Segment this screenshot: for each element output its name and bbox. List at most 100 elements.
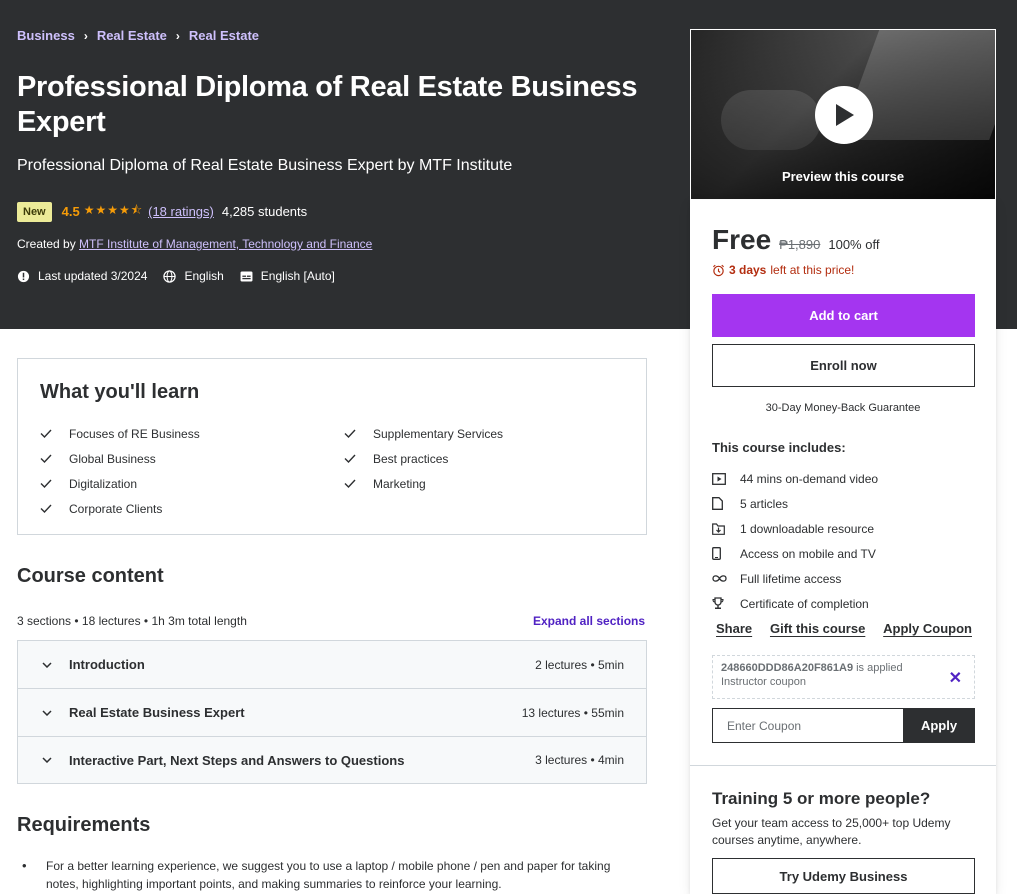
course-title: Professional Diploma of Real Estate Busi…	[17, 71, 638, 138]
list-item: Access on mobile and TV	[712, 541, 878, 566]
learn-item-text: Corporate Clients	[69, 501, 163, 516]
gift-course-button[interactable]: Gift this course	[770, 621, 865, 636]
apply-coupon-button[interactable]: Apply Coupon	[883, 621, 972, 636]
course-subtitle: Professional Diploma of Real Estate Busi…	[17, 157, 513, 174]
business-text: Get your team access to 25,000+ top Udem…	[712, 816, 951, 847]
course-content-title: Course content	[17, 565, 164, 587]
chevron-down-icon	[42, 661, 54, 668]
learn-list-right: Supplementary Services Best practices Ma…	[344, 421, 503, 496]
learn-item-text: Best practices	[373, 451, 449, 466]
section-interactive-part[interactable]: Interactive Part, Next Steps and Answers…	[18, 737, 646, 783]
ratings-count-link[interactable]: (18 ratings)	[148, 204, 214, 219]
section-real-estate-business-expert[interactable]: Real Estate Business Expert 13 lectures …	[18, 689, 646, 737]
list-item: Digitalization	[40, 471, 200, 496]
close-icon[interactable]: ✕	[949, 668, 962, 688]
play-icon[interactable]	[815, 86, 873, 144]
list-item: Marketing	[344, 471, 503, 496]
video-icon	[712, 472, 728, 485]
timer-text: left at this price!	[770, 263, 855, 277]
applied-coupon: 248660DDD86A20F861A9 is applied Instructo…	[712, 655, 975, 699]
list-item: Best practices	[344, 446, 503, 471]
coupon-code: 248660DDD86A20F861A9	[721, 662, 854, 674]
language-text: English	[184, 269, 224, 283]
article-icon	[712, 497, 728, 510]
chevron-right-icon: ›	[175, 28, 180, 43]
course-meta: Last updated 3/2024 English English [Aut…	[17, 269, 351, 283]
course-sections: Introduction 2 lectures • 5min Real Esta…	[17, 640, 647, 784]
section-title: Real Estate Business Expert	[69, 705, 245, 720]
includes-list: 44 mins on-demand video 5 articles 1 dow…	[712, 466, 878, 616]
section-info: 2 lectures • 5min	[535, 657, 624, 672]
list-item: Focuses of RE Business	[40, 421, 200, 446]
list-item: 44 mins on-demand video	[712, 466, 878, 491]
check-icon	[344, 427, 358, 441]
try-udemy-business-button[interactable]: Try Udemy Business	[712, 858, 975, 894]
new-badge: New	[17, 201, 52, 222]
list-item: For a better learning experience, we sug…	[22, 857, 642, 893]
share-button[interactable]: Share	[716, 621, 752, 636]
breadcrumb-real-estate[interactable]: Real Estate	[97, 28, 167, 43]
price-timer: 3 days left at this price!	[712, 263, 854, 277]
course-language: English	[163, 269, 224, 283]
current-price: Free	[712, 224, 772, 255]
check-icon	[344, 452, 358, 466]
check-icon	[40, 477, 54, 491]
trophy-icon	[712, 597, 728, 610]
list-item: Supplementary Services	[344, 421, 503, 446]
chevron-down-icon	[42, 709, 54, 716]
course-captions: English [Auto]	[240, 269, 335, 283]
include-text: Full lifetime access	[740, 571, 842, 586]
instructor-link[interactable]: MTF Institute of Management, Technology …	[79, 237, 372, 251]
rating-value: 4.5	[61, 204, 80, 219]
divider	[690, 765, 996, 766]
created-by-label: Created by	[17, 237, 76, 251]
list-item: 1 downloadable resource	[712, 516, 878, 541]
learn-list-left: Focuses of RE Business Global Business D…	[40, 421, 200, 521]
closed-captions-icon	[240, 270, 253, 282]
last-updated: Last updated 3/2024	[17, 269, 147, 283]
list-item: Certificate of completion	[712, 591, 878, 616]
star-rating-icon: ★★★★⯪	[83, 203, 144, 217]
discount-percent: 100% off	[828, 237, 880, 252]
learn-item-text: Supplementary Services	[373, 426, 504, 441]
last-updated-text: Last updated 3/2024	[38, 269, 148, 283]
include-text: 5 articles	[740, 496, 789, 511]
add-to-cart-button[interactable]: Add to cart	[712, 294, 975, 337]
list-item: Full lifetime access	[712, 566, 878, 591]
business-title: Training 5 or more people?	[712, 789, 931, 808]
coupon-apply-button[interactable]: Apply	[903, 708, 975, 743]
students-count: 4,285 students	[221, 204, 308, 219]
breadcrumb-business[interactable]: Business	[17, 28, 75, 43]
breadcrumb-real-estate-topic[interactable]: Real Estate	[189, 28, 259, 43]
include-text: 1 downloadable resource	[740, 521, 875, 536]
check-icon	[40, 502, 54, 516]
includes-title: This course includes:	[712, 440, 846, 455]
coupon-input[interactable]: Enter Coupon	[712, 708, 904, 743]
list-item: 5 articles	[712, 491, 878, 516]
include-text: Certificate of completion	[740, 596, 869, 611]
created-by: Created by MTF Institute of Management, …	[17, 237, 372, 251]
section-introduction[interactable]: Introduction 2 lectures • 5min	[18, 641, 646, 689]
money-back-guarantee: 30-Day Money-Back Guarantee	[765, 402, 921, 414]
preview-label: Preview this course	[781, 169, 905, 184]
chevron-right-icon: ›	[83, 28, 88, 43]
enroll-now-button[interactable]: Enroll now	[712, 344, 975, 387]
purchase-sidebar: Free ₱1,890 100% off 3 days left at this…	[690, 200, 996, 894]
section-title: Introduction	[69, 657, 145, 672]
alarm-clock-icon	[713, 264, 724, 276]
check-icon	[344, 477, 358, 491]
download-icon	[712, 522, 728, 535]
section-info: 3 lectures • 4min	[535, 753, 624, 767]
requirements-title: Requirements	[17, 814, 151, 836]
coupon-code-row: 248660DDD86A20F861A9 is applied	[721, 662, 966, 674]
learn-item-text: Focuses of RE Business	[69, 426, 200, 441]
expand-all-sections-button[interactable]: Expand all sections	[533, 614, 645, 628]
alert-badge-icon	[17, 270, 30, 282]
course-content-meta: 3 sections • 18 lectures • 1h 3m total l…	[17, 614, 247, 628]
course-preview-video[interactable]: Preview this course	[690, 29, 996, 200]
infinity-icon	[712, 574, 728, 583]
learn-item-text: Marketing	[373, 476, 426, 491]
original-price: ₱1,890	[779, 237, 821, 252]
learn-title: What you'll learn	[40, 381, 200, 403]
price-row: Free ₱1,890 100% off	[712, 224, 879, 256]
